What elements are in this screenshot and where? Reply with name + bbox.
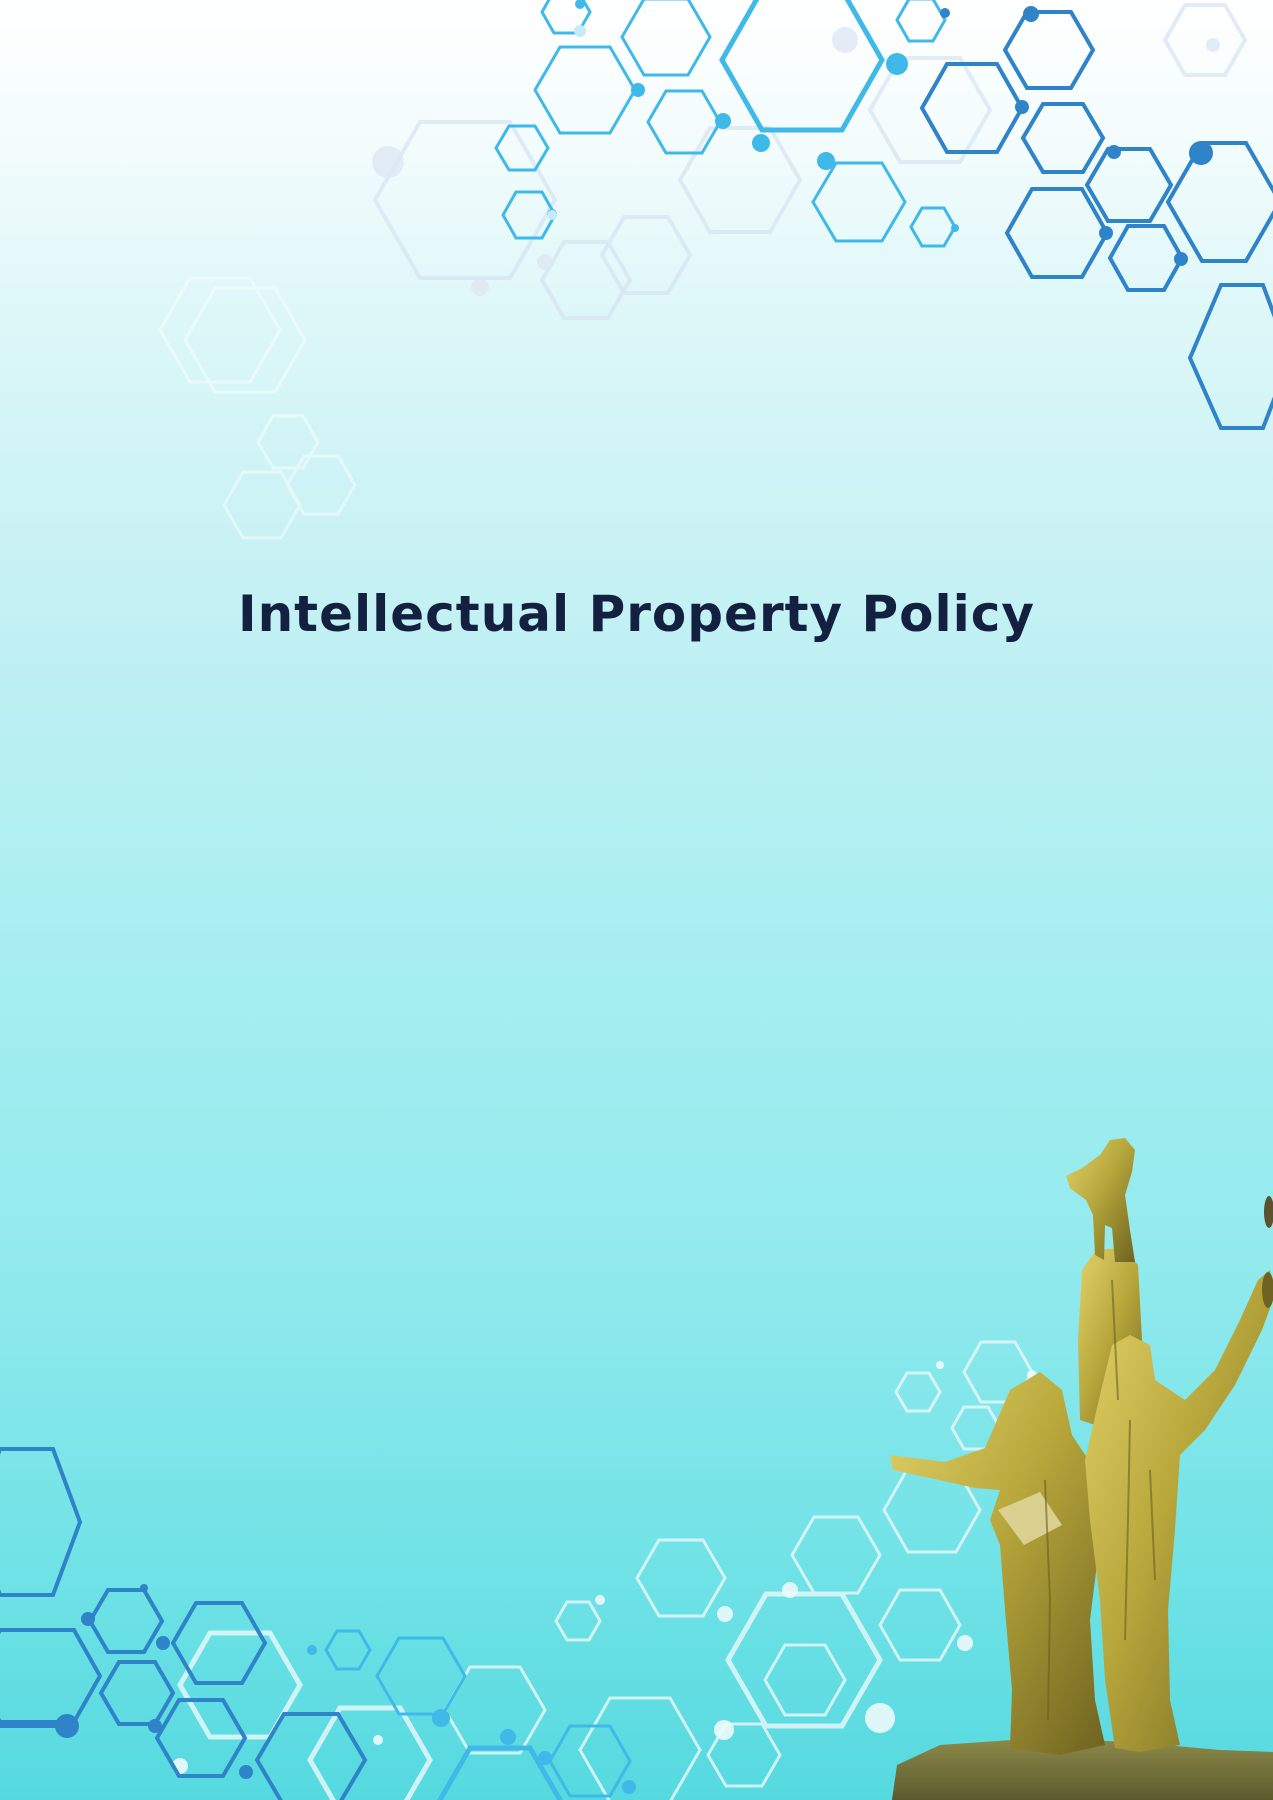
document-cover-page: Intellectual Property Policy (0, 0, 1273, 1800)
golden-statue-monument (890, 1138, 1273, 1800)
document-title: Intellectual Property Policy (237, 585, 1036, 643)
